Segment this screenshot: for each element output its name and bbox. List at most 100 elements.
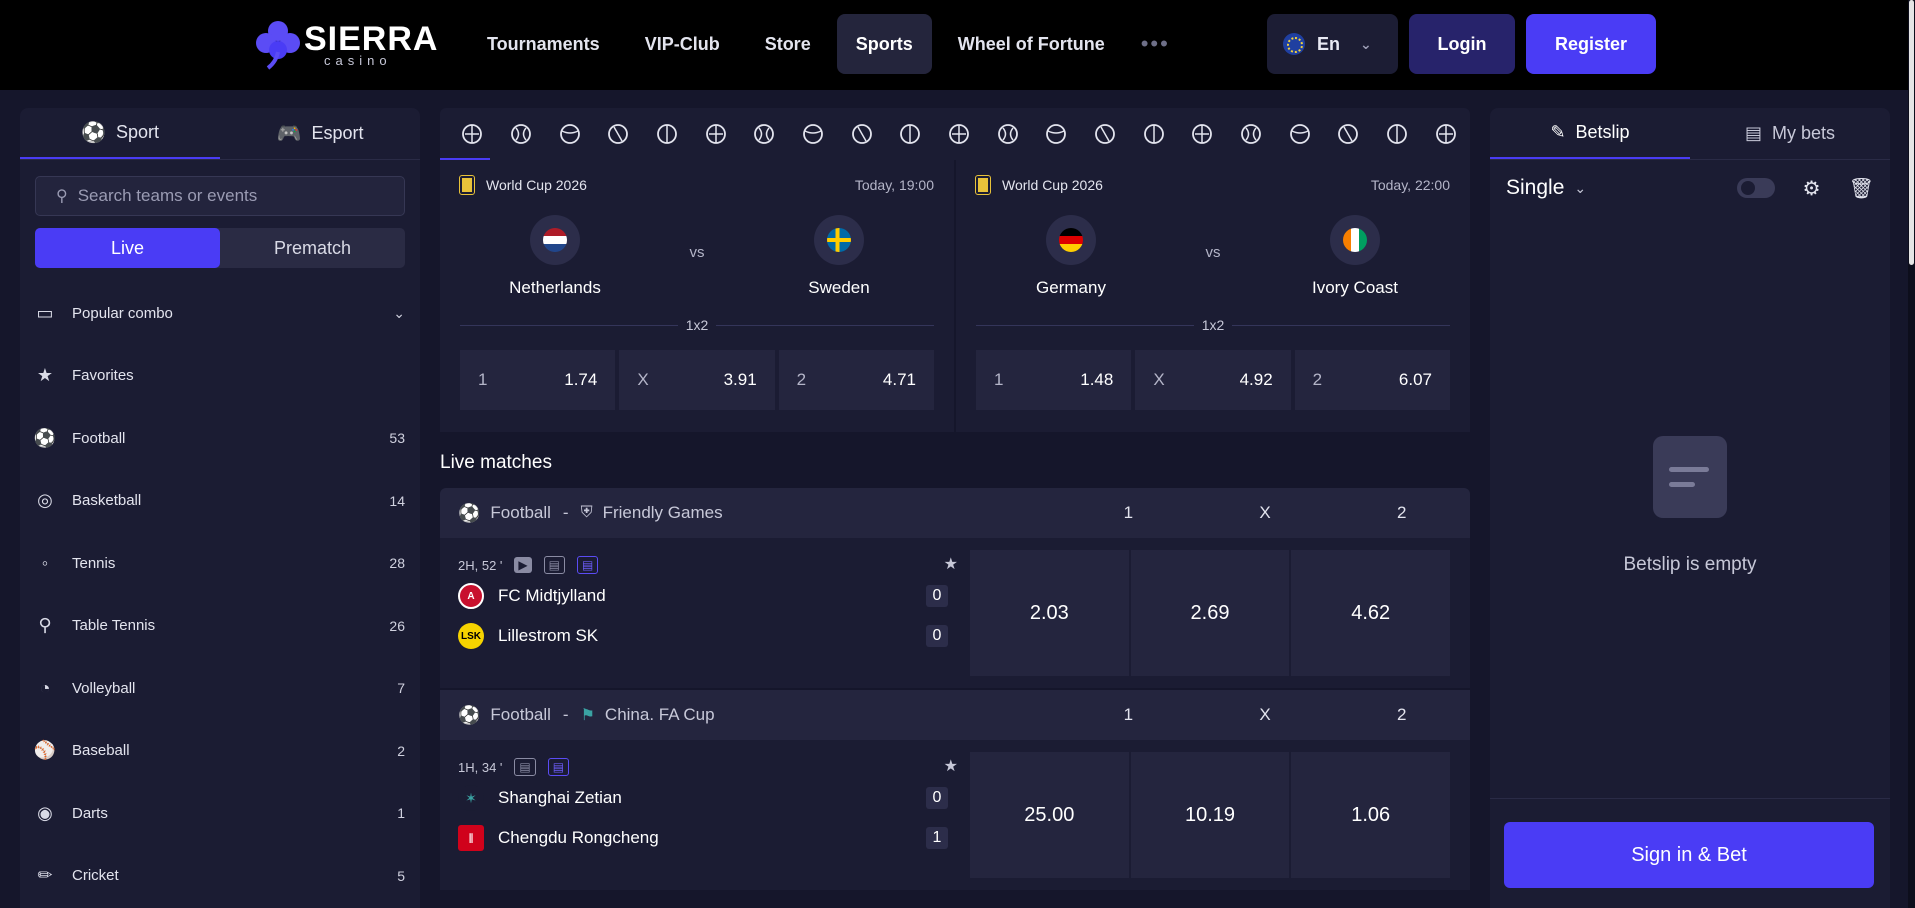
field-icon[interactable]: ▤ — [543, 556, 565, 574]
away-team[interactable]: Sweden — [744, 210, 934, 298]
snooker-icon[interactable] — [1129, 123, 1178, 145]
tab-sport[interactable]: ⚽ Sport — [20, 108, 220, 159]
water-polo-icon[interactable] — [1373, 123, 1422, 145]
ice-hockey-icon[interactable] — [1324, 123, 1373, 145]
sidebar-item-baseball[interactable]: ⚾ Baseball 2 — [20, 720, 420, 783]
scrollbar-thumb[interactable] — [1909, 0, 1914, 265]
table-tennis-icon[interactable] — [594, 123, 643, 145]
sidebar-item-volleyball[interactable]: ◔ Volleyball 7 — [20, 657, 420, 720]
home-team[interactable]: Netherlands — [460, 210, 650, 298]
stats-icon[interactable]: ▤ — [547, 758, 570, 776]
nav-tournaments[interactable]: Tournaments — [468, 14, 619, 74]
quick-bet-toggle[interactable] — [1736, 178, 1775, 198]
cycling-icon[interactable] — [1275, 123, 1324, 145]
odd-button-1[interactable]: 25.00 — [970, 752, 1129, 878]
tab-esport[interactable]: 🎮 Esport — [220, 108, 420, 159]
odd-button-2[interactable]: 2 4.71 — [778, 350, 934, 410]
shield-icon: ⛨ — [580, 504, 593, 521]
sign-in-bet-button[interactable]: Sign in & Bet — [1504, 822, 1874, 888]
prematch-toggle[interactable]: Prematch — [220, 228, 405, 268]
hockey-icon[interactable] — [789, 123, 838, 145]
odd-button-x[interactable]: 10.19 — [1130, 752, 1290, 878]
match-row[interactable]: 2H, 52 ' ▶ ▤ ▤ ★ A FC Midtjylland 0 LSK … — [440, 538, 1470, 688]
odd-button-2[interactable]: 2 6.07 — [1294, 350, 1450, 410]
football-icon[interactable] — [448, 123, 497, 145]
favorite-star-icon[interactable]: ★ — [944, 756, 958, 776]
sidebar-item-tennis[interactable]: ◦ Tennis 28 — [20, 532, 420, 595]
odd-button-x[interactable]: X 3.91 — [619, 350, 775, 410]
betslip-toolbar: Single ⌄ ⚙ 🗑 — [1490, 160, 1890, 216]
sidebar-item-label: Football — [72, 429, 126, 447]
league-header[interactable]: ⚽ Football - ⚑ China. FA Cup 1 X 2 — [440, 690, 1470, 740]
away-team[interactable]: Ivory Coast — [1260, 210, 1450, 298]
main-nav: Tournaments VIP-Club Store Sports Wheel … — [468, 14, 1180, 74]
betslip-tools: ⚙ 🗑 — [1736, 176, 1874, 201]
sidebar-item-favorites[interactable]: ★ Favorites — [20, 345, 420, 408]
sidebar-item-darts[interactable]: ◉ Darts 1 — [20, 782, 420, 845]
home-team[interactable]: Germany — [976, 210, 1166, 298]
boxing-icon[interactable] — [935, 123, 984, 145]
favorite-star-icon[interactable]: ★ — [944, 554, 958, 574]
gear-icon[interactable]: ⚙ — [1803, 176, 1821, 201]
sidebar-item-popular-combo[interactable]: ▭ Popular combo ⌄ — [20, 282, 420, 345]
chevron-down-icon[interactable]: ⌄ — [393, 305, 405, 322]
match-row[interactable]: 1H, 34 ' ▤ ▤ ★ ✶ Shanghai Zetian 0 ∥ Che… — [440, 740, 1470, 890]
darts-icon[interactable] — [837, 123, 886, 145]
bet-type-dropdown[interactable]: Single ⌄ — [1506, 176, 1586, 200]
tab-my-bets[interactable]: ▤ My bets — [1690, 108, 1890, 159]
handball-icon[interactable] — [1178, 123, 1227, 145]
volleyball-icon[interactable] — [691, 123, 740, 145]
featured-matches: World Cup 2026 Today, 19:00 Netherlands … — [440, 160, 1470, 432]
tennis-icon[interactable] — [545, 123, 594, 145]
login-button[interactable]: Login — [1409, 14, 1515, 74]
register-button[interactable]: Register — [1526, 14, 1656, 74]
trash-icon[interactable]: 🗑 — [1849, 176, 1874, 201]
live-matches-title: Live matches — [440, 452, 552, 473]
nav-store[interactable]: Store — [746, 14, 830, 74]
futsal-icon[interactable] — [1421, 123, 1470, 145]
live-toggle[interactable]: Live — [35, 228, 220, 268]
sidebar-item-count: 14 — [389, 492, 405, 509]
nav-vip-club[interactable]: VIP-Club — [626, 14, 739, 74]
search-input[interactable] — [77, 186, 378, 206]
cricket-icon[interactable] — [886, 123, 935, 145]
tennis-icon: ◦ — [41, 552, 49, 573]
language-selector[interactable]: En ⌄ — [1267, 14, 1398, 74]
ivory-coast-flag-icon — [1343, 228, 1367, 252]
mma-icon[interactable] — [1227, 123, 1276, 145]
shuttlecock-icon[interactable] — [1081, 123, 1130, 145]
play-video-icon[interactable]: ▶ — [514, 557, 532, 573]
column-2: 2 — [1396, 705, 1407, 724]
sport-name: Football — [490, 705, 551, 724]
more-icon[interactable]: ••• — [1131, 31, 1180, 57]
odd-button-2[interactable]: 4.62 — [1291, 550, 1451, 676]
sidebar-item-count: 1 — [397, 805, 405, 822]
sidebar-item-cricket[interactable]: ✏ Cricket 5 — [20, 845, 420, 908]
odd-button-1[interactable]: 1 1.74 — [460, 350, 616, 410]
nav-sports[interactable]: Sports — [836, 14, 932, 74]
rugby-icon[interactable] — [983, 123, 1032, 145]
american-football-icon[interactable] — [1032, 123, 1081, 145]
versus-label: vs — [1205, 244, 1221, 261]
basketball-icon[interactable] — [497, 123, 546, 145]
sidebar-item-football[interactable]: ⚽ Football 53 — [20, 407, 420, 470]
cricket-icon: ✏ — [37, 865, 53, 886]
odd-value: 1.74 — [564, 370, 598, 389]
logo[interactable]: SIERRA casino — [254, 18, 437, 70]
field-icon[interactable]: ▤ — [514, 758, 536, 776]
league-header[interactable]: ⚽ Football - ⛨ Friendly Games 1 X 2 — [440, 488, 1470, 538]
tab-betslip[interactable]: ✎ Betslip — [1490, 108, 1690, 159]
stats-icon[interactable]: ▤ — [576, 556, 599, 574]
odd-button-1[interactable]: 1 1.48 — [976, 350, 1132, 410]
sidebar-item-table-tennis[interactable]: ⚲ Table Tennis 26 — [20, 595, 420, 658]
odd-button-x[interactable]: 2.69 — [1130, 550, 1290, 676]
odd-button-x[interactable]: X 4.92 — [1135, 350, 1291, 410]
odd-button-1[interactable]: 2.03 — [970, 550, 1129, 676]
sidebar-item-basketball[interactable]: ◎ Basketball 14 — [20, 470, 420, 533]
odd-button-2[interactable]: 1.06 — [1291, 752, 1451, 878]
nav-wheel-of-fortune[interactable]: Wheel of Fortune — [939, 14, 1124, 74]
away-team-row: ∥ Chengdu Rongcheng 1 — [458, 820, 952, 856]
baseball-icon[interactable] — [740, 123, 789, 145]
badminton-icon[interactable] — [643, 123, 692, 145]
team-name: Ivory Coast — [1312, 278, 1398, 297]
